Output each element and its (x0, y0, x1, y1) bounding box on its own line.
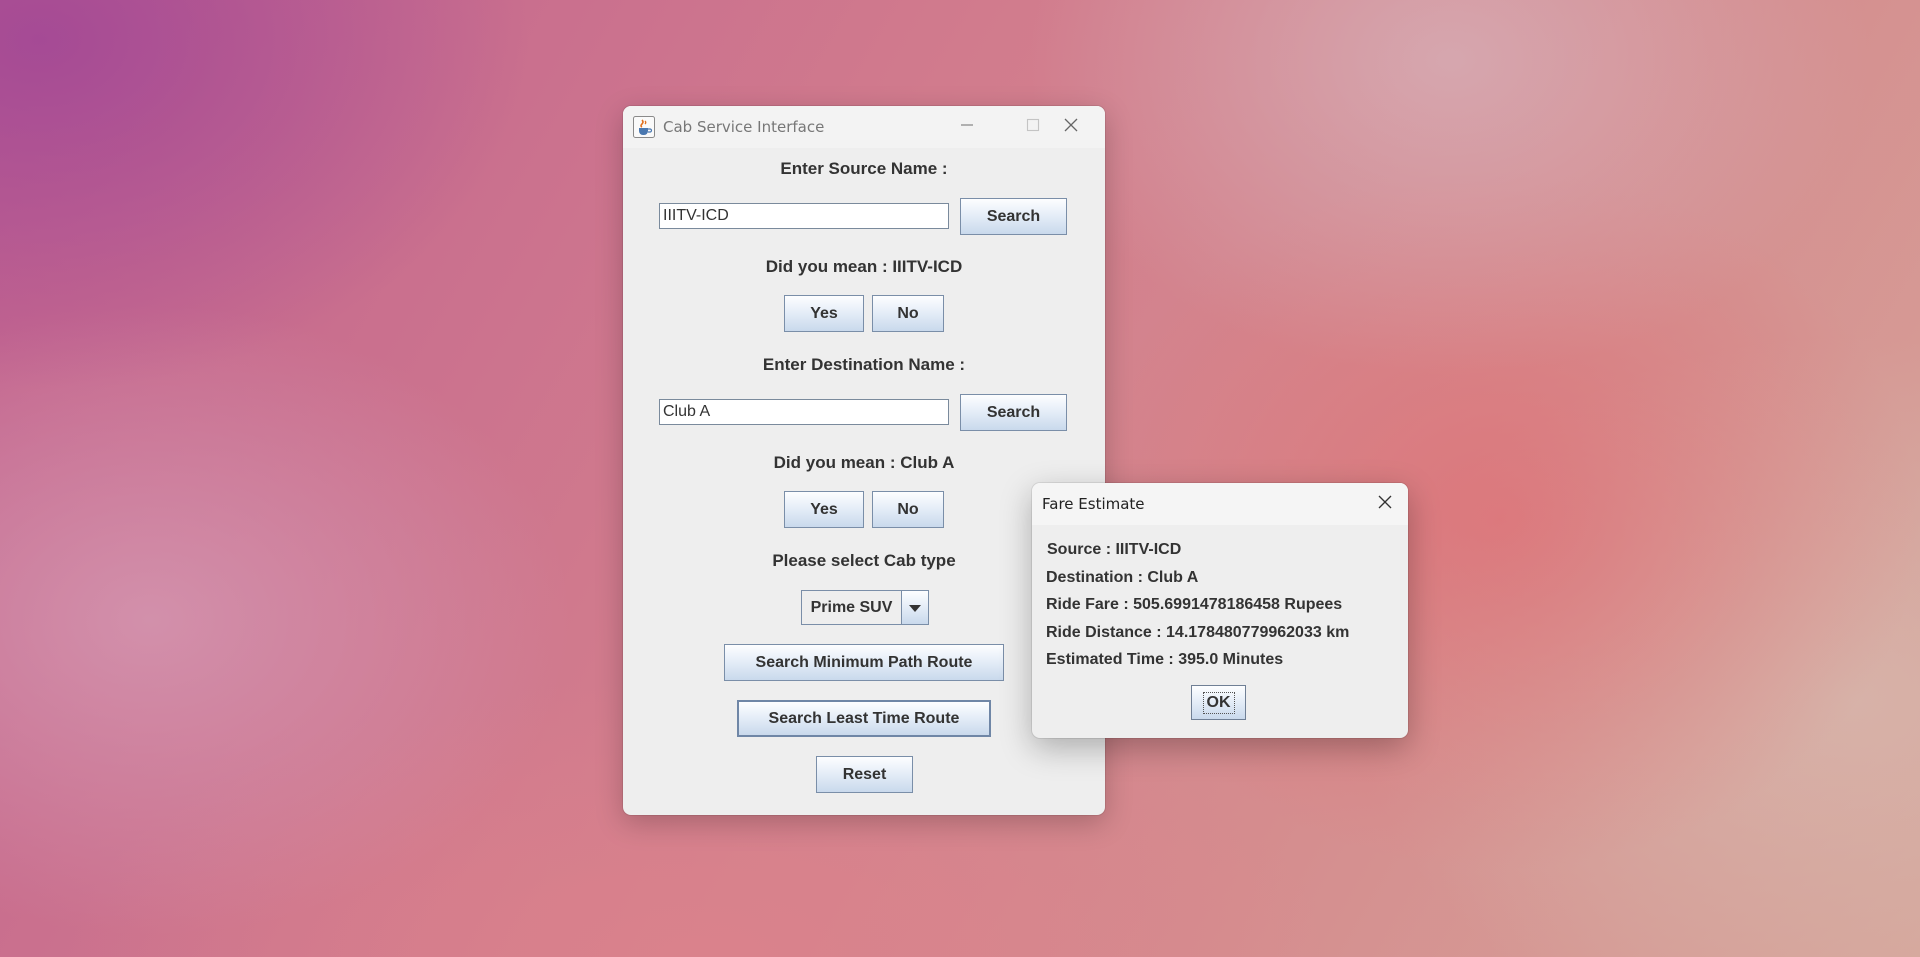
chevron-down-icon[interactable] (901, 591, 928, 624)
minimize-icon (960, 118, 974, 137)
source-no-button[interactable]: No (872, 295, 944, 332)
search-minimum-path-button[interactable]: Search Minimum Path Route (724, 644, 1004, 681)
search-least-time-button[interactable]: Search Least Time Route (737, 700, 991, 737)
destination-yes-button[interactable]: Yes (784, 491, 864, 528)
close-icon (1063, 117, 1079, 138)
source-yes-button[interactable]: Yes (784, 295, 864, 332)
fare-estimate-dialog: Fare Estimate Source : IIITV-ICD Destina… (1032, 483, 1408, 738)
destination-suggestion: Did you mean : Club A (773, 453, 955, 472)
dialog-title: Fare Estimate (1042, 495, 1145, 513)
source-suggestion: Did you mean : IIITV-ICD (765, 257, 963, 276)
window-titlebar[interactable]: Cab Service Interface (623, 106, 1105, 148)
cab-type-value: Prime SUV (810, 598, 893, 616)
dialog-close-button[interactable] (1362, 483, 1408, 525)
destination-label: Enter Destination Name : (762, 355, 966, 374)
ok-button[interactable]: OK (1191, 685, 1246, 720)
close-button[interactable] (1041, 106, 1101, 148)
ok-button-label: OK (1202, 691, 1235, 714)
dialog-titlebar[interactable]: Fare Estimate (1032, 483, 1408, 525)
fare-distance-line: Ride Distance : 14.178480779962033 km (1046, 624, 1350, 641)
close-icon (1377, 494, 1393, 515)
source-input[interactable] (659, 203, 949, 229)
window-title: Cab Service Interface (663, 118, 825, 136)
destination-search-button[interactable]: Search (960, 394, 1067, 431)
fare-destination-line: Destination : Club A (1046, 569, 1199, 586)
java-coffee-icon (633, 116, 655, 138)
source-search-button[interactable]: Search (960, 198, 1067, 235)
fare-amount-line: Ride Fare : 505.6991478186458 Rupees (1046, 596, 1343, 613)
cab-type-select[interactable]: Prime SUV (801, 590, 929, 625)
reset-button[interactable]: Reset (816, 756, 913, 793)
maximize-icon (1026, 118, 1040, 137)
fare-source-line: Source : IIITV-ICD (1047, 541, 1182, 558)
source-label: Enter Source Name : (780, 159, 948, 178)
fare-time-line: Estimated Time : 395.0 Minutes (1046, 651, 1284, 668)
destination-no-button[interactable]: No (872, 491, 944, 528)
destination-input[interactable] (659, 399, 949, 425)
minimize-button[interactable] (937, 106, 997, 148)
